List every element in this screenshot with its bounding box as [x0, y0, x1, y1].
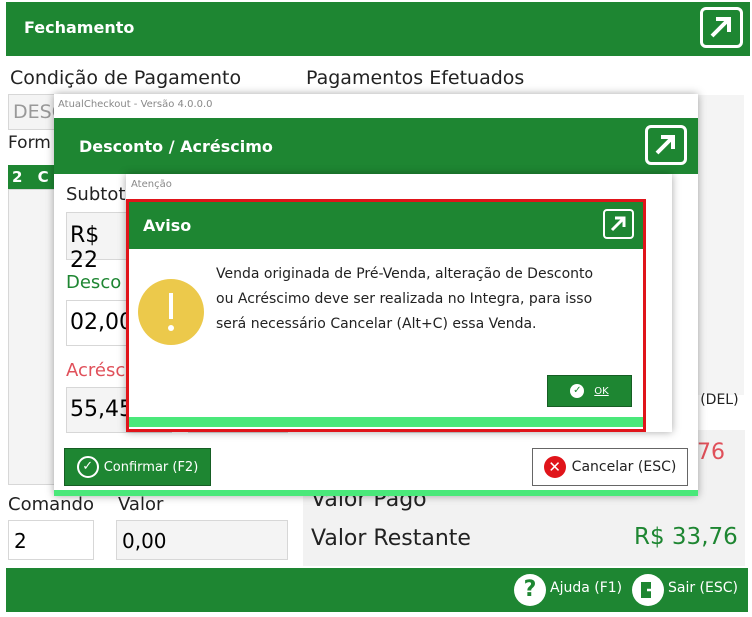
- forms-label: Form: [8, 133, 51, 153]
- valor-restante-value: R$ 33,76: [634, 524, 738, 550]
- valor-restante-label: Valor Restante: [311, 526, 471, 551]
- ok-button[interactable]: ✓ OK: [547, 375, 632, 407]
- comando-input[interactable]: 2: [8, 520, 94, 560]
- help-button[interactable]: Ajuda (F1): [550, 580, 622, 596]
- payments-grid[interactable]: [8, 189, 56, 485]
- help-icon[interactable]: ?: [514, 574, 546, 606]
- payment-condition-label: Condição de Pagamento: [10, 67, 242, 89]
- payment-condition-input[interactable]: DESC: [8, 94, 65, 130]
- cancel-label: Cancelar (ESC): [571, 459, 677, 475]
- alert-dialog-header: [129, 202, 643, 249]
- confirm-label: Confirmar (F2): [103, 459, 199, 475]
- acrescimo-label: Acrésc: [66, 360, 126, 381]
- discount-dialog-window-title: AtualCheckout - Versão 4.0.0.0: [58, 99, 213, 110]
- discount-value: 76: [697, 440, 725, 465]
- payments-made-label: Pagamentos Efetuados: [306, 67, 525, 89]
- ok-label: OK: [594, 385, 609, 397]
- discount-dialog-title: Desconto / Acréscimo: [79, 137, 273, 156]
- grid-col-qty: 2: [12, 168, 23, 186]
- alert-dialog-window-title: Atenção: [131, 179, 172, 190]
- comando-label: Comando: [8, 494, 94, 515]
- alert-message-line: será necessário Cancelar (Alt+C) essa Ve…: [216, 316, 537, 332]
- check-circle-icon: ✓: [76, 456, 99, 478]
- exit-icon[interactable]: [632, 574, 664, 606]
- logo-arrow-icon: [603, 209, 634, 239]
- cancel-button[interactable]: ✕ Cancelar (ESC): [532, 448, 688, 486]
- cancel-x-icon: ✕: [543, 456, 566, 478]
- exit-button[interactable]: Sair (ESC): [668, 580, 738, 596]
- discount-dialog-footer-bar: [54, 490, 698, 496]
- alert-dialog-title: Aviso: [143, 216, 192, 235]
- alert-message-line: Venda originada de Pré-Venda, alteração …: [216, 266, 594, 282]
- page-title: Fechamento: [24, 18, 135, 37]
- confirm-button[interactable]: ✓ Confirmar (F2): [64, 448, 211, 486]
- warning-icon: [138, 279, 204, 345]
- check-circle-icon: ✓: [570, 384, 585, 398]
- valor-label: Valor: [118, 494, 164, 515]
- grid-col-code: C: [37, 168, 49, 186]
- desconto-input[interactable]: 02,00: [66, 300, 133, 346]
- alert-message: Venda originada de Pré-Venda, alteração …: [216, 262, 593, 337]
- alert-message-line: ou Acréscimo deve ser realizada no Integ…: [216, 291, 593, 307]
- desconto-label: Desco: [66, 272, 122, 293]
- subtotal-value: R$ 22: [66, 212, 128, 273]
- subtotal-label: Subtot: [66, 184, 126, 205]
- logo-arrow-icon: [645, 125, 687, 165]
- valor-input[interactable]: 0,00: [116, 520, 288, 560]
- alert-dialog-footer-bar: [129, 417, 643, 427]
- logo-arrow-icon: [700, 7, 743, 48]
- grid-header: 2 C: [8, 165, 56, 189]
